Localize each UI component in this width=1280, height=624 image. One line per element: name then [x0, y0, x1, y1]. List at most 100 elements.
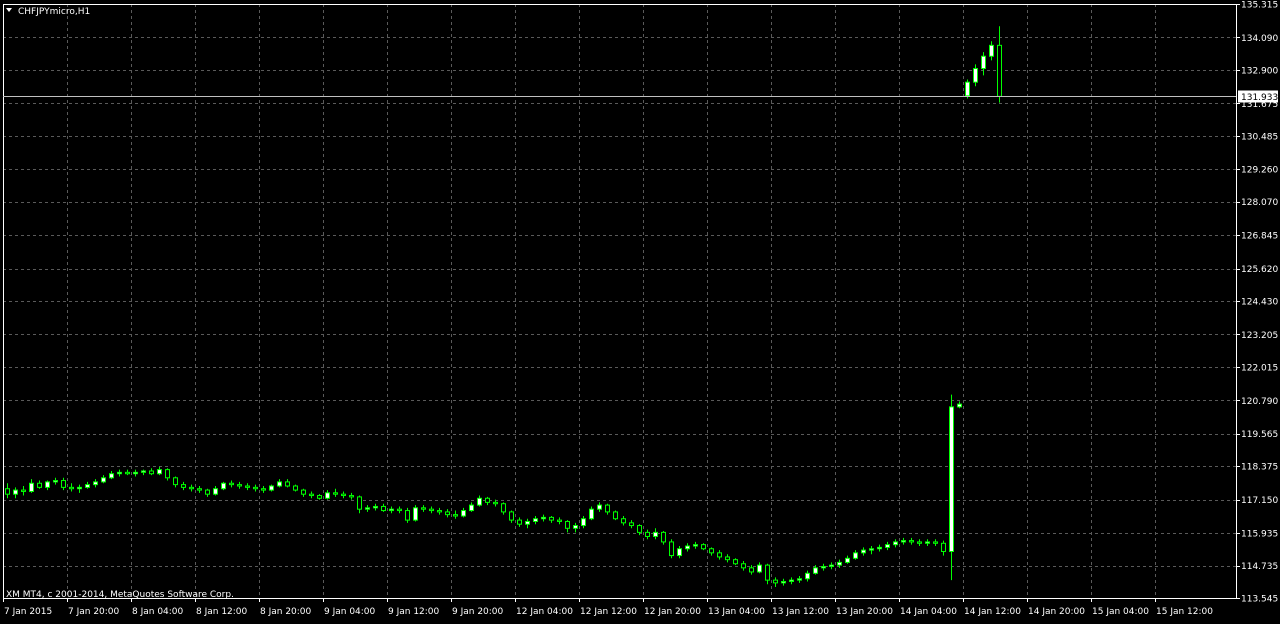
candle-body [733, 559, 738, 565]
candle-body [493, 501, 498, 505]
candle-body [117, 471, 122, 475]
candle-body [365, 507, 370, 510]
candle-body [573, 525, 578, 529]
candle-body [757, 564, 762, 573]
candle-body [853, 552, 858, 559]
candle-body [997, 44, 1002, 97]
candle[interactable] [221, 481, 226, 491]
candle[interactable] [613, 510, 618, 521]
candle-body [557, 519, 562, 522]
candle-body [85, 484, 90, 488]
candle-body [357, 496, 362, 510]
candle[interactable] [701, 543, 706, 551]
x-tick-label: 12 Jan 12:00 [580, 607, 637, 617]
candle-body [525, 520, 530, 525]
x-tick-label: 15 Jan 12:00 [1156, 607, 1213, 617]
x-tick-label: 8 Jan 04:00 [132, 607, 184, 617]
candle-body [701, 544, 706, 550]
x-tick-label: 9 Jan 20:00 [452, 607, 504, 617]
candle-body [445, 511, 450, 516]
candle-body [629, 522, 634, 527]
candle-body [157, 469, 162, 475]
symbol-label: CHFJPYmicro,H1 [18, 7, 90, 17]
candle-body [773, 579, 778, 584]
candle-body [645, 531, 650, 537]
candle-body [269, 485, 274, 491]
candle-body [133, 471, 138, 475]
candle-body [477, 497, 482, 506]
candle-body [277, 481, 282, 487]
candle[interactable] [405, 507, 410, 523]
candle-body [981, 55, 986, 70]
y-tick-label: 117.150 [1241, 496, 1278, 506]
candle-body [181, 484, 186, 488]
candle-body [813, 567, 818, 574]
candle-body [53, 480, 58, 483]
x-tick-label: 14 Jan 12:00 [964, 607, 1021, 617]
y-tick-label: 115.935 [1241, 529, 1278, 539]
candle-body [317, 495, 322, 499]
candle-body [421, 507, 426, 510]
candle-body [189, 486, 194, 490]
y-tick-label: 129.260 [1241, 166, 1278, 176]
candle-body [141, 470, 146, 473]
candle-body [541, 516, 546, 520]
candle-body [213, 488, 218, 495]
candle-body [197, 488, 202, 491]
symbol-header[interactable]: CHFJPYmicro,H1 [6, 7, 90, 17]
candle-body [309, 493, 314, 497]
candle-body [293, 485, 298, 491]
candle-body [821, 565, 826, 569]
candle-body [245, 485, 250, 488]
candle-body [77, 486, 82, 490]
candle-body [789, 579, 794, 582]
candle-body [677, 548, 682, 557]
candle-body [589, 508, 594, 520]
candle-body [709, 548, 714, 554]
candle-body [965, 81, 970, 97]
candle-body [861, 549, 866, 554]
candle[interactable] [669, 539, 674, 559]
candle-body [205, 489, 210, 495]
candle-body [661, 531, 666, 543]
candle-body [93, 481, 98, 486]
candle[interactable] [965, 79, 970, 99]
candle-body [261, 488, 266, 491]
candle-body [61, 480, 66, 488]
candle-body [613, 511, 618, 520]
candle-body [925, 541, 930, 544]
candle[interactable] [733, 558, 738, 566]
y-tick-label: 135.315 [1241, 1, 1278, 11]
x-tick-label: 9 Jan 04:00 [324, 607, 376, 617]
candle-body [237, 484, 242, 487]
candle-body [949, 406, 954, 552]
chart-window[interactable]: 135.315 134.090 132.900 131.675 130.485 129.2… [0, 0, 1280, 620]
y-tick-label: 119.565 [1241, 430, 1278, 440]
y-tick-label: 113.545 [1241, 595, 1278, 605]
candle-body [549, 516, 554, 521]
candle-body [957, 403, 962, 408]
bid-price-label: 131.933 [1241, 93, 1278, 103]
candle-body [45, 481, 50, 488]
candle-body [509, 511, 514, 521]
candle-body [765, 564, 770, 581]
candle-body [685, 545, 690, 550]
candle[interactable] [293, 484, 298, 492]
candle-body [341, 493, 346, 497]
candle-body [13, 489, 18, 495]
candle[interactable] [269, 484, 274, 492]
candle-body [829, 564, 834, 567]
candle[interactable] [413, 505, 418, 522]
candle-body [669, 541, 674, 557]
x-tick-label: 7 Jan 20:00 [68, 607, 120, 617]
y-tick-label: 118.375 [1241, 463, 1278, 473]
candle-body [461, 510, 466, 517]
price-chart[interactable]: 135.315134.090132.900131.675130.485129.2… [0, 0, 1280, 620]
y-tick-label: 132.900 [1241, 66, 1278, 76]
y-tick-label: 126.845 [1241, 232, 1278, 242]
candle-body [501, 503, 506, 513]
x-tick-label: 8 Jan 12:00 [196, 607, 248, 617]
x-tick-label: 15 Jan 04:00 [1092, 607, 1149, 617]
x-tick-label: 13 Jan 12:00 [772, 607, 829, 617]
candle-body [285, 481, 290, 487]
